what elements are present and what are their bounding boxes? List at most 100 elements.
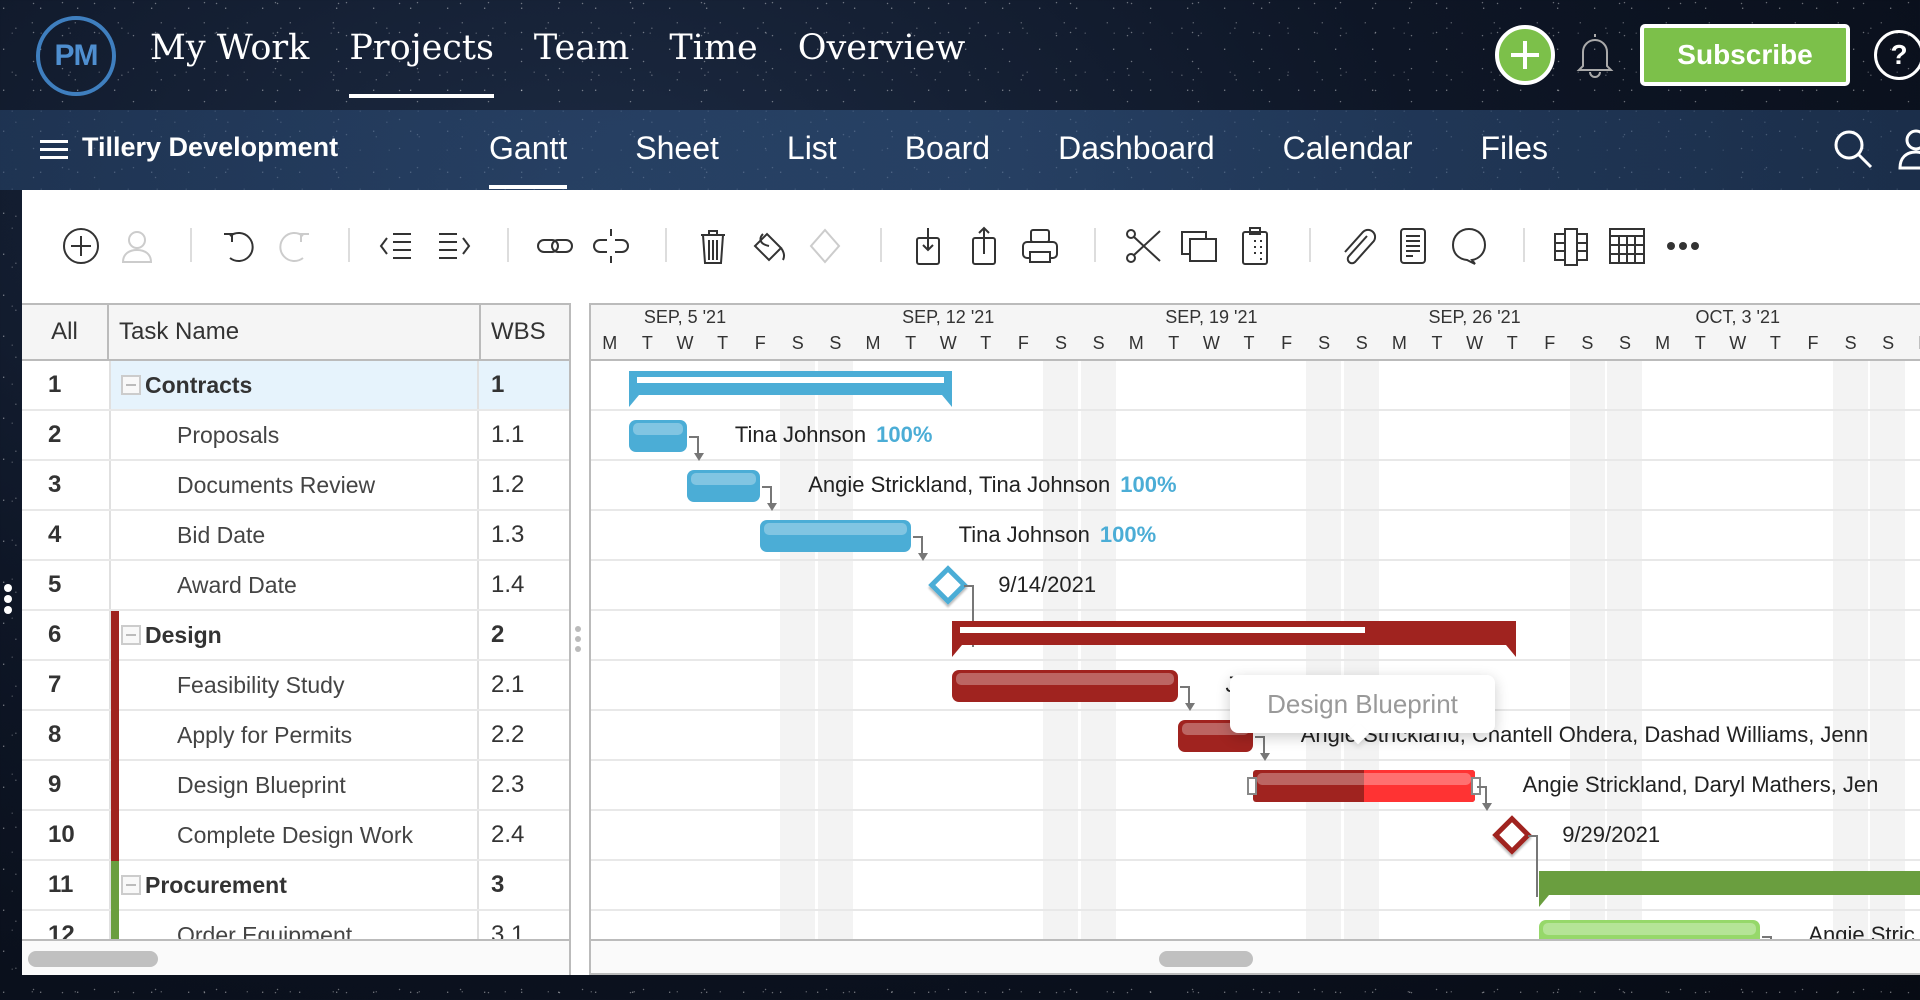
table-row[interactable]: 3 Documents Review 1.2 xyxy=(22,461,569,511)
row-number[interactable]: 3 xyxy=(22,461,109,509)
link-button[interactable] xyxy=(532,223,578,269)
table-row[interactable]: 10 Complete Design Work 2.4 xyxy=(22,811,569,861)
row-number[interactable]: 2 xyxy=(22,411,109,459)
wbs-cell[interactable]: 2.2 xyxy=(479,711,569,759)
column-header-wbs[interactable]: WBS xyxy=(481,305,569,359)
tab-sheet[interactable]: Sheet xyxy=(635,130,719,189)
collapse-toggle[interactable] xyxy=(121,375,141,395)
grid-scroll-thumb[interactable] xyxy=(28,951,158,967)
column-header-task-name[interactable]: Task Name xyxy=(109,305,481,359)
more-button[interactable] xyxy=(1660,223,1706,269)
tab-list[interactable]: List xyxy=(787,130,837,189)
row-number[interactable]: 12 xyxy=(22,911,109,939)
menu-icon[interactable] xyxy=(40,140,68,160)
columns-button[interactable] xyxy=(1548,223,1594,269)
task-bar[interactable] xyxy=(951,670,1178,702)
task-name-cell[interactable]: Complete Design Work xyxy=(109,811,479,861)
print-button[interactable] xyxy=(1017,223,1063,269)
nav-team[interactable]: Team xyxy=(534,28,629,98)
task-name-cell[interactable]: Procurement xyxy=(109,861,479,911)
copy-button[interactable] xyxy=(1176,223,1222,269)
task-name-cell[interactable]: Bid Date xyxy=(109,511,479,559)
column-header-all[interactable]: All xyxy=(22,305,109,359)
row-number[interactable]: 4 xyxy=(22,511,109,559)
table-row[interactable]: 8 Apply for Permits 2.2 xyxy=(22,711,569,761)
row-number[interactable]: 9 xyxy=(22,761,109,809)
collapse-toggle[interactable] xyxy=(121,625,141,645)
collapse-toggle[interactable] xyxy=(121,875,141,895)
gantt-scroll-thumb[interactable] xyxy=(1159,951,1253,967)
tab-gantt[interactable]: Gantt xyxy=(489,130,568,189)
user-icon[interactable] xyxy=(1898,128,1920,170)
milestone-button[interactable] xyxy=(802,223,848,269)
notifications-button[interactable] xyxy=(1573,30,1617,80)
row-number[interactable]: 6 xyxy=(22,611,109,659)
notes-button[interactable] xyxy=(1390,223,1436,269)
tab-board[interactable]: Board xyxy=(905,130,990,189)
table-row[interactable]: 7 Feasibility Study 2.1 xyxy=(22,661,569,711)
undo-button[interactable] xyxy=(215,223,261,269)
wbs-cell[interactable]: 1.2 xyxy=(479,461,569,509)
wbs-cell[interactable]: 2.3 xyxy=(479,761,569,809)
side-drag-handle[interactable] xyxy=(4,584,12,617)
attach-button[interactable] xyxy=(1334,223,1380,269)
subscribe-button[interactable]: Subscribe xyxy=(1640,24,1850,86)
table-row[interactable]: 9 Design Blueprint 2.3 xyxy=(22,761,569,811)
project-name[interactable]: Tillery Development xyxy=(82,132,338,163)
task-name-cell[interactable]: Proposals xyxy=(109,411,479,459)
assign-user-button[interactable] xyxy=(114,223,160,269)
table-row[interactable]: 1 Contracts 1 xyxy=(22,361,569,411)
task-name-cell[interactable]: Contracts xyxy=(109,361,479,409)
task-name-cell[interactable]: Apply for Permits xyxy=(109,711,479,761)
add-new-button[interactable] xyxy=(1495,25,1555,85)
milestone-diamond[interactable] xyxy=(928,565,968,605)
summary-bar[interactable] xyxy=(1538,871,1920,907)
nav-projects[interactable]: Projects xyxy=(349,28,494,98)
outdent-button[interactable] xyxy=(374,223,420,269)
wbs-cell[interactable]: 2.1 xyxy=(479,661,569,709)
fill-color-button[interactable] xyxy=(746,223,792,269)
indent-button[interactable] xyxy=(430,223,476,269)
wbs-cell[interactable]: 3.1 xyxy=(479,911,569,939)
table-row[interactable]: 2 Proposals 1.1 xyxy=(22,411,569,461)
cut-button[interactable] xyxy=(1120,223,1166,269)
nav-my-work[interactable]: My Work xyxy=(150,28,309,98)
nav-overview[interactable]: Overview xyxy=(798,28,966,98)
table-row[interactable]: 11 Procurement 3 xyxy=(22,861,569,911)
wbs-cell[interactable]: 2 xyxy=(479,611,569,659)
add-task-button[interactable] xyxy=(58,223,104,269)
task-name-cell[interactable]: Feasibility Study xyxy=(109,661,479,711)
comment-button[interactable] xyxy=(1446,223,1492,269)
table-row[interactable]: 5 Award Date 1.4 xyxy=(22,561,569,611)
task-bar[interactable] xyxy=(686,470,761,502)
milestone-diamond[interactable] xyxy=(1492,815,1532,855)
table-row[interactable]: 12 Order Equipment 3.1 xyxy=(22,911,569,939)
wbs-cell[interactable]: 1.1 xyxy=(479,411,569,459)
redo-button[interactable] xyxy=(272,223,318,269)
resize-handle[interactable] xyxy=(1246,777,1257,795)
row-number[interactable]: 11 xyxy=(22,861,109,909)
row-number[interactable]: 8 xyxy=(22,711,109,759)
export-button[interactable] xyxy=(961,223,1007,269)
tab-files[interactable]: Files xyxy=(1480,130,1548,189)
task-name-cell[interactable]: Order Equipment xyxy=(109,911,479,939)
wbs-cell[interactable]: 1.3 xyxy=(479,511,569,559)
wbs-cell[interactable]: 3 xyxy=(479,861,569,909)
pane-splitter-handle[interactable] xyxy=(575,626,583,656)
grid-view-button[interactable] xyxy=(1604,223,1650,269)
task-bar[interactable] xyxy=(760,520,911,552)
pm-logo[interactable]: PM xyxy=(36,16,116,96)
tab-calendar[interactable]: Calendar xyxy=(1283,130,1413,189)
task-name-cell[interactable]: Design xyxy=(109,611,479,661)
import-button[interactable] xyxy=(905,223,951,269)
table-row[interactable]: 4 Bid Date 1.3 xyxy=(22,511,569,561)
wbs-cell[interactable]: 2.4 xyxy=(479,811,569,859)
help-button[interactable]: ? xyxy=(1874,30,1920,80)
table-row[interactable]: 6 Design 2 xyxy=(22,611,569,661)
task-bar[interactable] xyxy=(1538,920,1761,939)
grid-horizontal-scrollbar[interactable] xyxy=(22,939,569,975)
delete-button[interactable] xyxy=(690,223,736,269)
task-name-cell[interactable]: Design Blueprint xyxy=(109,761,479,811)
row-number[interactable]: 7 xyxy=(22,661,109,709)
task-name-cell[interactable]: Documents Review xyxy=(109,461,479,509)
